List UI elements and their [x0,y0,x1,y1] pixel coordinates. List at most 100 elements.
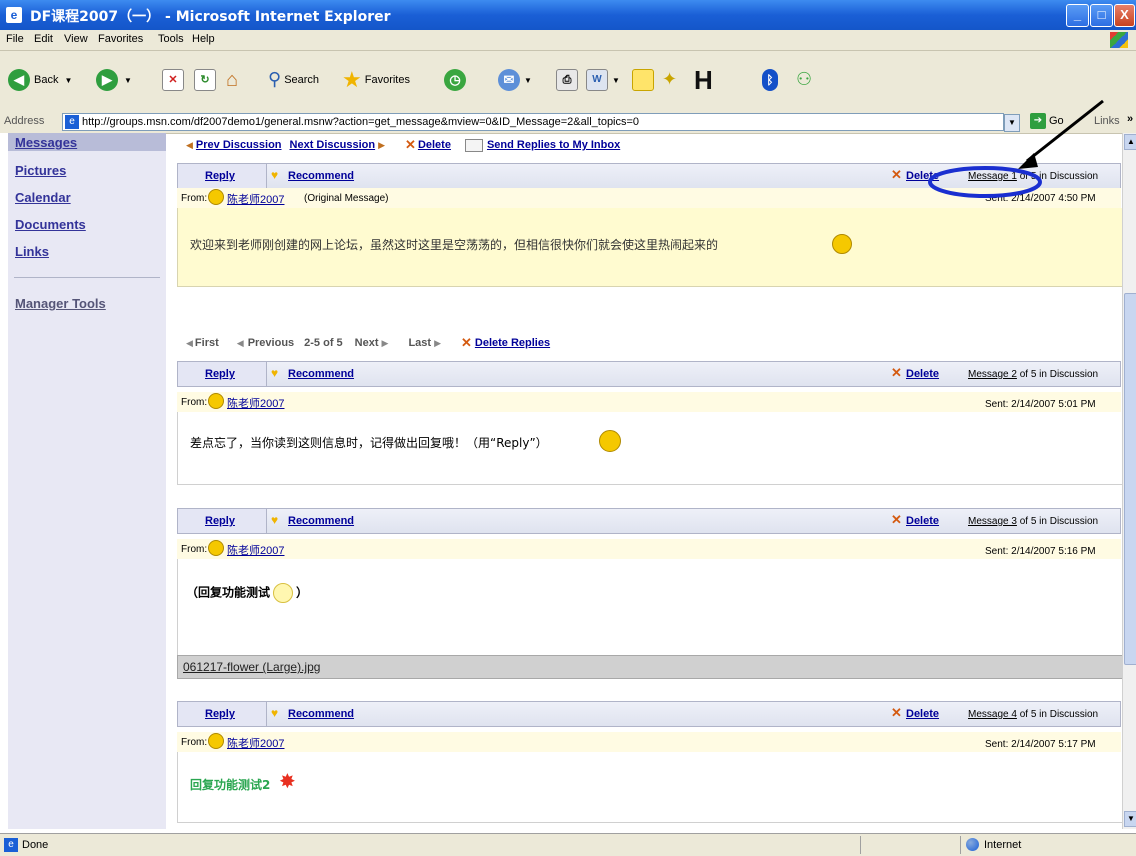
address-input[interactable]: e http://groups.msn.com/df2007demo1/gener… [62,113,1004,131]
send-replies-link[interactable]: Send Replies to My Inbox [487,139,620,151]
window-title: DF课程2007（一） - Microsoft Internet Explore… [30,9,391,25]
favorites-button[interactable]: ★ Favorites [342,67,410,93]
stop-icon: ✕ [162,69,184,91]
first-link[interactable]: First [195,337,219,349]
chevron-more-icon[interactable]: » [1127,113,1133,125]
message-4-header: Reply ♥ Recommend ✕ Delete Message 4 of … [177,701,1121,727]
history-icon: ◷ [444,69,466,91]
original-message-note: (Original Message) [304,193,389,204]
maximize-button[interactable]: □ [1090,4,1113,27]
prev-discussion-link[interactable]: Prev Discussion [196,139,282,151]
menu-edit[interactable]: Edit [34,33,53,45]
sidebar-item-documents[interactable]: Documents [15,217,86,232]
page-left-gutter [0,133,8,829]
recommend-link[interactable]: Recommend [288,170,354,182]
message-number-link[interactable]: Message 3 [968,516,1017,527]
address-label: Address [4,115,45,127]
previous-arrow-icon: ◀ [236,337,244,348]
forward-dropdown-icon[interactable]: ▼ [124,76,132,85]
next-discussion-link[interactable]: Next Discussion [290,139,376,151]
delete-message-link[interactable]: Delete [906,515,939,527]
author-link[interactable]: 陈老师2007 [227,735,284,751]
refresh-button[interactable]: ↻ [194,69,216,91]
h-button[interactable]: H [694,65,713,96]
delete-replies-link[interactable]: Delete Replies [475,337,550,349]
message-number-link[interactable]: Message 2 [968,369,1017,380]
author-link[interactable]: 陈老师2007 [227,395,284,411]
delete-discussion-link[interactable]: Delete [418,139,451,151]
menu-favorites[interactable]: Favorites [98,33,143,45]
message-3-text-end: ） [296,585,309,600]
scroll-down-icon[interactable]: ▼ [1124,811,1136,827]
delete-x-icon: ✕ [891,167,902,182]
next-link[interactable]: Next [355,337,379,349]
history-button[interactable]: ◷ [444,69,466,91]
sidebar-divider [14,277,160,278]
search-button[interactable]: ⚲ Search [268,69,319,90]
bluetooth-button[interactable]: ᛒ [762,69,778,91]
message-1-body: 欢迎来到老师刚创建的网上论坛，虽然这时这里是空荡荡的，但相信很快你们就会使这里热… [190,238,719,252]
sidebar-item-manager-tools[interactable]: Manager Tools [15,296,106,311]
mail-icon: ✉ [498,69,520,91]
people-icon: ⚇ [796,69,813,89]
cool-face-icon [208,189,224,205]
print-button[interactable]: ⎙ [556,69,578,91]
mail-button[interactable]: ✉ ▼ [498,69,532,91]
message-number-link[interactable]: Message 4 [968,709,1017,720]
sidebar-item-pictures[interactable]: Pictures [15,163,66,178]
msn-messenger-button[interactable]: ⚇ [796,69,812,90]
back-button[interactable]: ◀ Back ▼ [8,69,72,91]
refresh-icon: ↻ [194,69,216,91]
recommend-link[interactable]: Recommend [288,368,354,380]
message-3-body-box: （回复功能测试 ） [177,559,1123,656]
home-button[interactable]: ⌂ [226,69,238,92]
from-label: From: [181,193,208,204]
menu-view[interactable]: View [64,33,88,45]
back-dropdown-icon[interactable]: ▼ [64,76,72,85]
scroll-up-icon[interactable]: ▲ [1124,134,1136,150]
attachment-row: 061217-flower (Large).jpg [177,655,1123,679]
edit-word-button[interactable]: W ▼ [586,69,620,91]
notes-button[interactable] [632,69,654,91]
search-label: Search [284,73,320,86]
reply-link[interactable]: Reply [205,170,235,182]
last-link[interactable]: Last [408,337,431,349]
search-icon: ⚲ [268,69,282,89]
cool-face-icon [208,393,224,409]
reply-link[interactable]: Reply [205,515,235,527]
smiley-icon [832,234,852,254]
scroll-thumb[interactable] [1124,293,1136,665]
vertical-scrollbar[interactable]: ▲ ▼ [1122,133,1136,829]
sidebar-item-messages[interactable]: Messages [15,135,77,150]
delete-message-link[interactable]: Delete [906,708,939,720]
menu-tools[interactable]: Tools [158,33,184,45]
recommend-link[interactable]: Recommend [288,515,354,527]
recommend-link[interactable]: Recommend [288,708,354,720]
message-2-from-row: From: 陈老师2007 Sent: 2/14/2007 5:01 PM [177,392,1121,412]
back-label: Back [34,74,59,86]
reply-link[interactable]: Reply [205,368,235,380]
h-icon: H [694,65,713,95]
forward-button[interactable]: ▶ ▼ [96,69,132,91]
reply-link[interactable]: Reply [205,708,235,720]
delete-message-link[interactable]: Delete [906,368,939,380]
menu-help[interactable]: Help [192,33,215,45]
close-button[interactable]: X [1114,4,1135,27]
message-4-from-row: From: 陈老师2007 Sent: 2/14/2007 5:17 PM [177,732,1121,752]
minimize-button[interactable]: _ [1066,4,1089,27]
mail-dropdown-icon[interactable]: ▼ [524,76,532,85]
message-count-text: of 5 in Discussion [1016,709,1099,720]
from-label: From: [181,397,208,408]
attachment-link[interactable]: 061217-flower (Large).jpg [183,660,320,674]
edit-dropdown-icon[interactable]: ▼ [612,76,620,85]
sidebar-item-calendar[interactable]: Calendar [15,190,71,205]
zone-text: Internet [984,839,1022,851]
message-3-text: （回复功能测试 [186,585,271,600]
sidebar-item-links[interactable]: Links [15,244,49,259]
messenger-button[interactable]: ✦ [662,69,677,90]
stop-button[interactable]: ✕ [162,69,184,91]
menu-file[interactable]: File [6,33,24,45]
author-link[interactable]: 陈老师2007 [227,191,284,207]
previous-link[interactable]: Previous [248,337,294,349]
author-link[interactable]: 陈老师2007 [227,542,284,558]
